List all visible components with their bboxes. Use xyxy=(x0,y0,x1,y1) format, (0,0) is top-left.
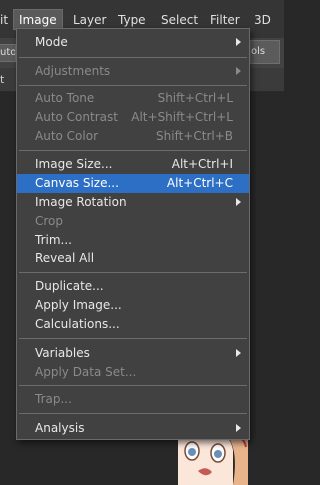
menu-mode-label: Mode xyxy=(35,35,68,49)
menu-image-size-shortcut: Alt+Ctrl+I xyxy=(171,157,233,171)
menu-auto-contrast-shortcut: Alt+Shift+Ctrl+L xyxy=(131,110,233,124)
submenu-arrow-icon xyxy=(236,67,241,75)
menu-item-layer[interactable]: Layer xyxy=(73,12,106,28)
menu-image-rotation[interactable]: Image Rotation xyxy=(17,193,249,212)
tools-button-fragment[interactable]: ols xyxy=(250,40,280,64)
menu-auto-tone-label: Auto Tone xyxy=(35,91,95,105)
image-dropdown-menu: Mode Adjustments Auto Tone Shift+Ctrl+L … xyxy=(16,28,250,440)
menu-calculations[interactable]: Calculations... xyxy=(17,315,249,334)
menu-item-type[interactable]: Type xyxy=(118,12,146,28)
menu-canvas-size-shortcut: Alt+Ctrl+C xyxy=(166,176,233,190)
menu-item-filter[interactable]: Filter xyxy=(210,12,240,28)
submenu-arrow-icon xyxy=(236,198,241,206)
submenu-arrow-icon xyxy=(236,349,241,357)
menu-trim-label: Trim... xyxy=(35,233,72,247)
menu-separator xyxy=(19,85,247,86)
menu-image-size-label: Image Size... xyxy=(35,157,113,171)
menu-trap[interactable]: Trap... xyxy=(17,390,249,409)
menu-adjustments[interactable]: Adjustments xyxy=(17,62,249,81)
menu-item-3d[interactable]: 3D xyxy=(254,12,271,28)
menu-auto-color-shortcut: Shift+Ctrl+B xyxy=(156,129,233,143)
menu-auto-tone[interactable]: Auto Tone Shift+Ctrl+L xyxy=(17,89,249,108)
menu-trim[interactable]: Trim... xyxy=(17,231,249,250)
menu-variables[interactable]: Variables xyxy=(17,344,249,363)
auto-select-fragment[interactable]: uto- xyxy=(0,44,16,62)
menu-separator xyxy=(19,150,247,151)
menu-canvas-size[interactable]: Canvas Size... Alt+Ctrl+C xyxy=(17,174,249,193)
submenu-arrow-icon xyxy=(236,424,241,432)
menu-canvas-size-label: Canvas Size... xyxy=(35,176,119,190)
menu-crop[interactable]: Crop xyxy=(17,212,249,231)
menu-separator xyxy=(19,385,247,386)
menu-adjustments-label: Adjustments xyxy=(35,64,111,78)
menu-reveal-all[interactable]: Reveal All xyxy=(17,249,249,268)
menu-auto-contrast-label: Auto Contrast xyxy=(35,110,118,124)
menu-separator xyxy=(19,338,247,339)
menu-crop-label: Crop xyxy=(35,214,64,228)
menu-item-select[interactable]: Select xyxy=(161,12,198,28)
menu-item-image[interactable]: Image xyxy=(13,9,63,30)
menu-separator xyxy=(19,57,247,58)
menu-auto-tone-shortcut: Shift+Ctrl+L xyxy=(157,91,233,105)
menu-calculations-label: Calculations... xyxy=(35,317,120,331)
menu-mode[interactable]: Mode xyxy=(17,33,249,52)
menu-auto-color-label: Auto Color xyxy=(35,129,99,143)
menu-apply-data-set[interactable]: Apply Data Set... xyxy=(17,363,249,382)
menu-apply-image-label: Apply Image... xyxy=(35,298,122,312)
menu-duplicate-label: Duplicate... xyxy=(35,279,104,293)
menu-auto-color[interactable]: Auto Color Shift+Ctrl+B xyxy=(17,127,249,146)
menu-separator xyxy=(19,272,247,273)
menu-apply-data-set-label: Apply Data Set... xyxy=(35,365,137,379)
menu-item-edit[interactable]: it xyxy=(0,12,8,28)
menu-variables-label: Variables xyxy=(35,346,90,360)
menu-separator xyxy=(19,413,247,414)
menu-analysis[interactable]: Analysis xyxy=(17,419,249,438)
menu-reveal-all-label: Reveal All xyxy=(35,251,95,265)
menu-apply-image[interactable]: Apply Image... xyxy=(17,296,249,315)
menu-image-size[interactable]: Image Size... Alt+Ctrl+I xyxy=(17,155,249,174)
menu-image-rotation-label: Image Rotation xyxy=(35,195,127,209)
document-tab-fragment[interactable]: t @ xyxy=(0,72,16,88)
submenu-arrow-icon xyxy=(236,38,241,46)
menu-auto-contrast[interactable]: Auto Contrast Alt+Shift+Ctrl+L xyxy=(17,108,249,127)
menu-trap-label: Trap... xyxy=(35,392,72,406)
menu-analysis-label: Analysis xyxy=(35,421,85,435)
menu-duplicate[interactable]: Duplicate... xyxy=(17,277,249,296)
